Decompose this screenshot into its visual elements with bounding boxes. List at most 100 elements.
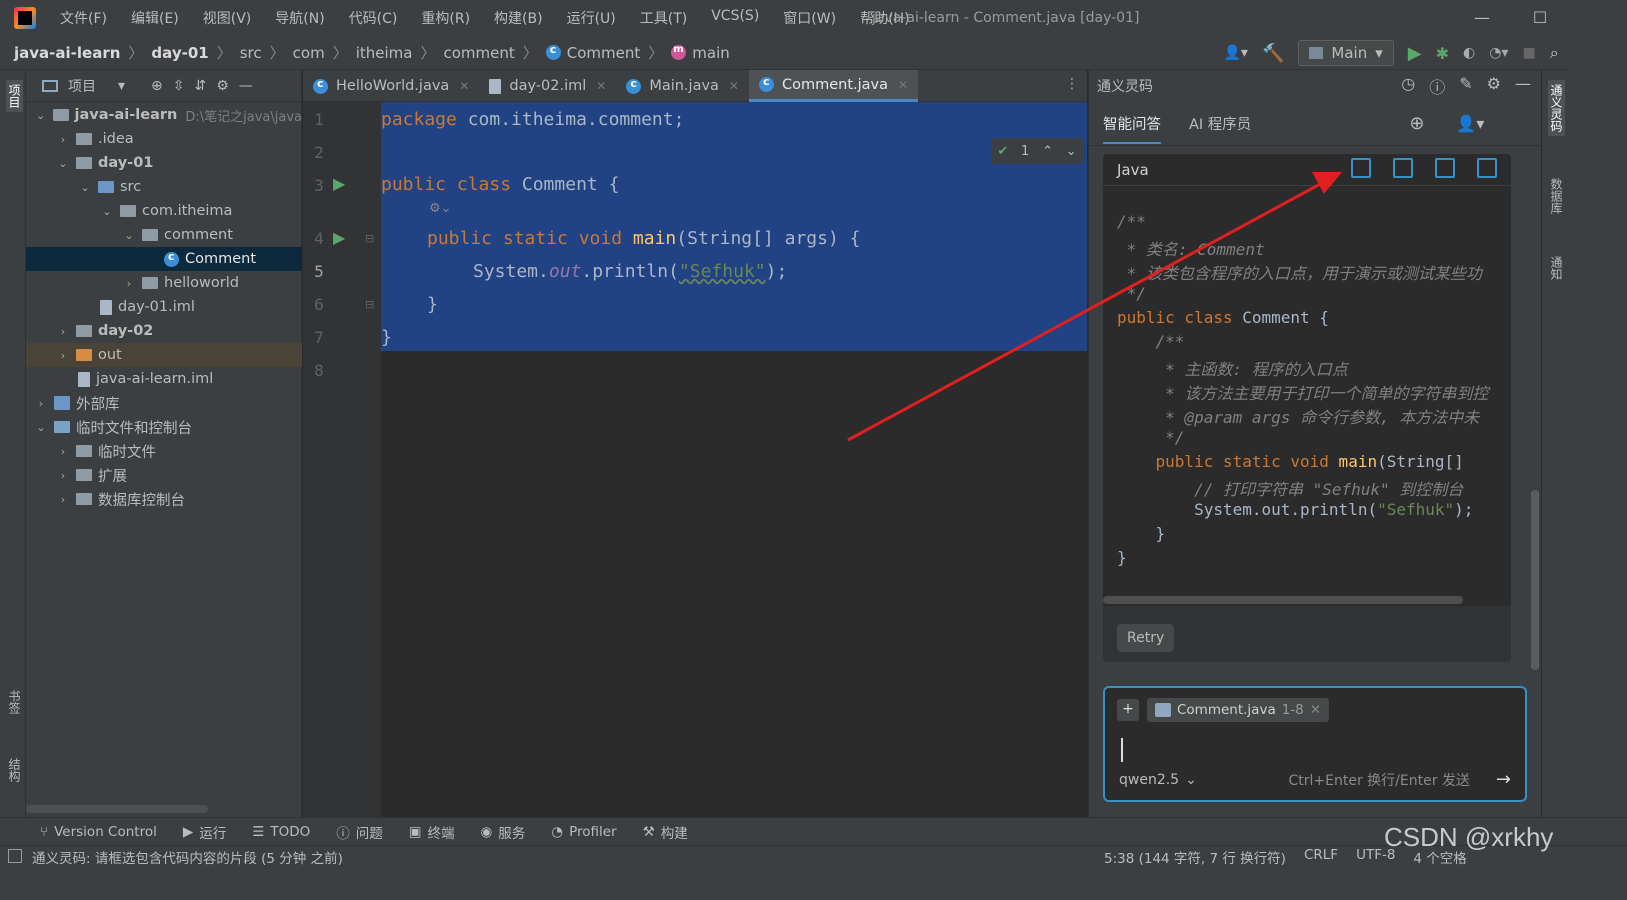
tree-item-day01-iml[interactable]: day-01.iml: [26, 295, 302, 319]
stripe-database-tab[interactable]: 数据库: [1548, 178, 1565, 214]
add-context-button[interactable]: +: [1117, 699, 1139, 721]
close-tab-icon[interactable]: ✕: [596, 79, 606, 93]
ai-assist-icon[interactable]: ⚙⌄: [429, 201, 452, 216]
run-configuration-select[interactable]: Main ▾: [1298, 40, 1394, 66]
chevron-up-icon[interactable]: ⌃: [1042, 144, 1053, 159]
ai-chat-input[interactable]: + Comment.java 1-8 ✕ qwen2.5 ⌄ Ctrl+Enter…: [1103, 686, 1527, 802]
breadcrumb-project[interactable]: java-ai-learn: [14, 44, 120, 62]
tool-version-control[interactable]: ⑂ Version Control: [40, 824, 157, 840]
tool-terminal[interactable]: ▣ 终端: [409, 822, 455, 842]
code-horizontal-scrollbar[interactable]: [1103, 596, 1463, 604]
stripe-structure-tab[interactable]: 结构: [6, 758, 23, 782]
tree-item-db-consoles[interactable]: › 数据库控制台: [26, 487, 302, 511]
gear-icon[interactable]: ⚙: [1487, 74, 1501, 98]
stripe-project-tab[interactable]: 项目: [6, 80, 23, 112]
build-hammer-icon[interactable]: 🔨: [1262, 43, 1284, 64]
menu-navigate[interactable]: 导航(N): [263, 8, 336, 28]
status-message[interactable]: 通义灵码: 请框选包含代码内容的片段 (5 分钟 之前): [32, 847, 343, 867]
breadcrumb-src[interactable]: src: [240, 44, 262, 62]
menu-tools[interactable]: 工具(T): [628, 8, 699, 28]
tool-services[interactable]: ◉ 服务: [481, 822, 526, 842]
layout-icon[interactable]: [8, 849, 22, 863]
more-tabs-icon[interactable]: ⋮: [1065, 76, 1079, 92]
close-tab-icon[interactable]: ✕: [459, 79, 469, 93]
tab-helloworld[interactable]: HelloWorld.java✕: [303, 70, 479, 102]
stripe-tongyi-tab[interactable]: 通义灵码: [1548, 80, 1565, 136]
menu-build[interactable]: 构建(B): [482, 8, 555, 28]
edit-icon[interactable]: ✎: [1459, 74, 1472, 98]
tree-item-out[interactable]: › out: [26, 343, 302, 367]
tab-comment[interactable]: Comment.java✕: [748, 70, 919, 102]
new-file-icon[interactable]: [1477, 158, 1497, 178]
retry-button[interactable]: Retry: [1117, 624, 1175, 652]
collapse-all-icon[interactable]: ⇵: [195, 78, 207, 94]
context-chip[interactable]: Comment.java 1-8 ✕: [1147, 698, 1330, 722]
stop-icon[interactable]: ■: [1522, 45, 1535, 61]
tree-item-project-iml[interactable]: java-ai-learn.iml: [26, 367, 302, 391]
stripe-bookmarks-tab[interactable]: 书签: [6, 690, 23, 714]
menu-edit[interactable]: 编辑(E): [119, 8, 191, 28]
minimize-icon[interactable]: —: [1453, 0, 1511, 36]
tree-item-project-root[interactable]: ⌄ java-ai-learn D:\笔记之java\java: [26, 103, 302, 127]
breadcrumb-comment[interactable]: comment: [443, 44, 514, 62]
tree-item-external-libs[interactable]: › 外部库: [26, 391, 302, 415]
tool-problems[interactable]: ⓘ 问题: [336, 822, 383, 842]
tree-item-scratch-files[interactable]: › 临时文件: [26, 439, 302, 463]
tool-todo[interactable]: ☰ TODO: [252, 824, 310, 840]
history-icon[interactable]: ◷: [1401, 74, 1415, 98]
search-icon[interactable]: ⌕: [1550, 43, 1559, 63]
hide-icon[interactable]: —: [1515, 74, 1531, 98]
breadcrumb-class[interactable]: Comment: [567, 44, 641, 62]
tab-day02-iml[interactable]: day-02.iml ✕: [479, 70, 616, 102]
menu-view[interactable]: 视图(V): [191, 8, 264, 28]
insert-file-icon[interactable]: [1435, 158, 1455, 178]
help-icon[interactable]: ⓘ: [1429, 74, 1445, 98]
tree-item-day02[interactable]: › day-02: [26, 319, 302, 343]
tree-item-package[interactable]: ⌄ com.itheima: [26, 199, 302, 223]
model-select[interactable]: qwen2.5 ⌄: [1119, 772, 1197, 788]
breadcrumb-itheima[interactable]: itheima: [356, 44, 413, 62]
tree-item-extensions[interactable]: › 扩展: [26, 463, 302, 487]
expand-all-icon[interactable]: ⇳: [173, 78, 185, 94]
run-icon[interactable]: ▶: [1408, 43, 1422, 64]
locate-icon[interactable]: ⊕: [151, 78, 163, 94]
menu-run[interactable]: 运行(U): [555, 8, 628, 28]
run-gutter-icon[interactable]: ▶: [333, 174, 345, 193]
gear-icon[interactable]: ⚙: [216, 78, 229, 94]
breadcrumb-module[interactable]: day-01: [151, 44, 208, 62]
account-icon[interactable]: 👤▾: [1456, 114, 1484, 133]
tool-build[interactable]: ⚒ 构建: [643, 822, 688, 842]
send-arrow-icon[interactable]: →: [1496, 769, 1511, 790]
chevron-down-icon[interactable]: ▾: [118, 78, 125, 94]
chevron-down-icon[interactable]: ⌄: [1066, 144, 1077, 159]
inspection-widget[interactable]: ✔ 1 ⌃ ⌄: [991, 138, 1083, 164]
fold-icon[interactable]: ⊟: [365, 298, 374, 311]
tree-item-day01[interactable]: ⌄ day-01: [26, 151, 302, 175]
copy-icon[interactable]: [1393, 158, 1413, 178]
profile-icon[interactable]: ◔▾: [1489, 45, 1508, 61]
close-tab-icon[interactable]: ✕: [898, 78, 908, 92]
menu-file[interactable]: 文件(F): [48, 8, 119, 28]
tree-item-comment-class[interactable]: Comment: [26, 247, 302, 271]
ai-panel-scrollbar[interactable]: [1531, 490, 1539, 670]
project-panel-title[interactable]: 项目: [68, 76, 96, 96]
close-tab-icon[interactable]: ✕: [729, 79, 739, 93]
new-chat-icon[interactable]: ⊕: [1409, 113, 1424, 134]
tree-item-scratches[interactable]: ⌄ 临时文件和控制台: [26, 415, 302, 439]
tool-run[interactable]: ▶ 运行: [183, 822, 226, 842]
horizontal-scrollbar[interactable]: [26, 805, 208, 813]
menu-refactor[interactable]: 重构(R): [409, 8, 482, 28]
tab-smart-qa[interactable]: 智能问答: [1103, 113, 1161, 144]
stripe-notifications-tab[interactable]: 通知: [1548, 256, 1565, 280]
run-gutter-icon[interactable]: ▶: [333, 228, 345, 247]
coverage-icon[interactable]: ◐: [1463, 45, 1475, 61]
hide-icon[interactable]: —: [239, 78, 253, 94]
line-separator[interactable]: CRLF: [1304, 847, 1338, 867]
tool-profiler[interactable]: ◔ Profiler: [551, 824, 616, 840]
tree-item-helloworld[interactable]: › helloworld: [26, 271, 302, 295]
tab-main[interactable]: Main.java✕: [616, 70, 749, 102]
insert-diff-icon[interactable]: [1351, 158, 1371, 178]
close-icon[interactable]: ✕: [1310, 702, 1321, 718]
menu-window[interactable]: 窗口(W): [771, 8, 848, 28]
maximize-icon[interactable]: ☐: [1511, 0, 1569, 36]
